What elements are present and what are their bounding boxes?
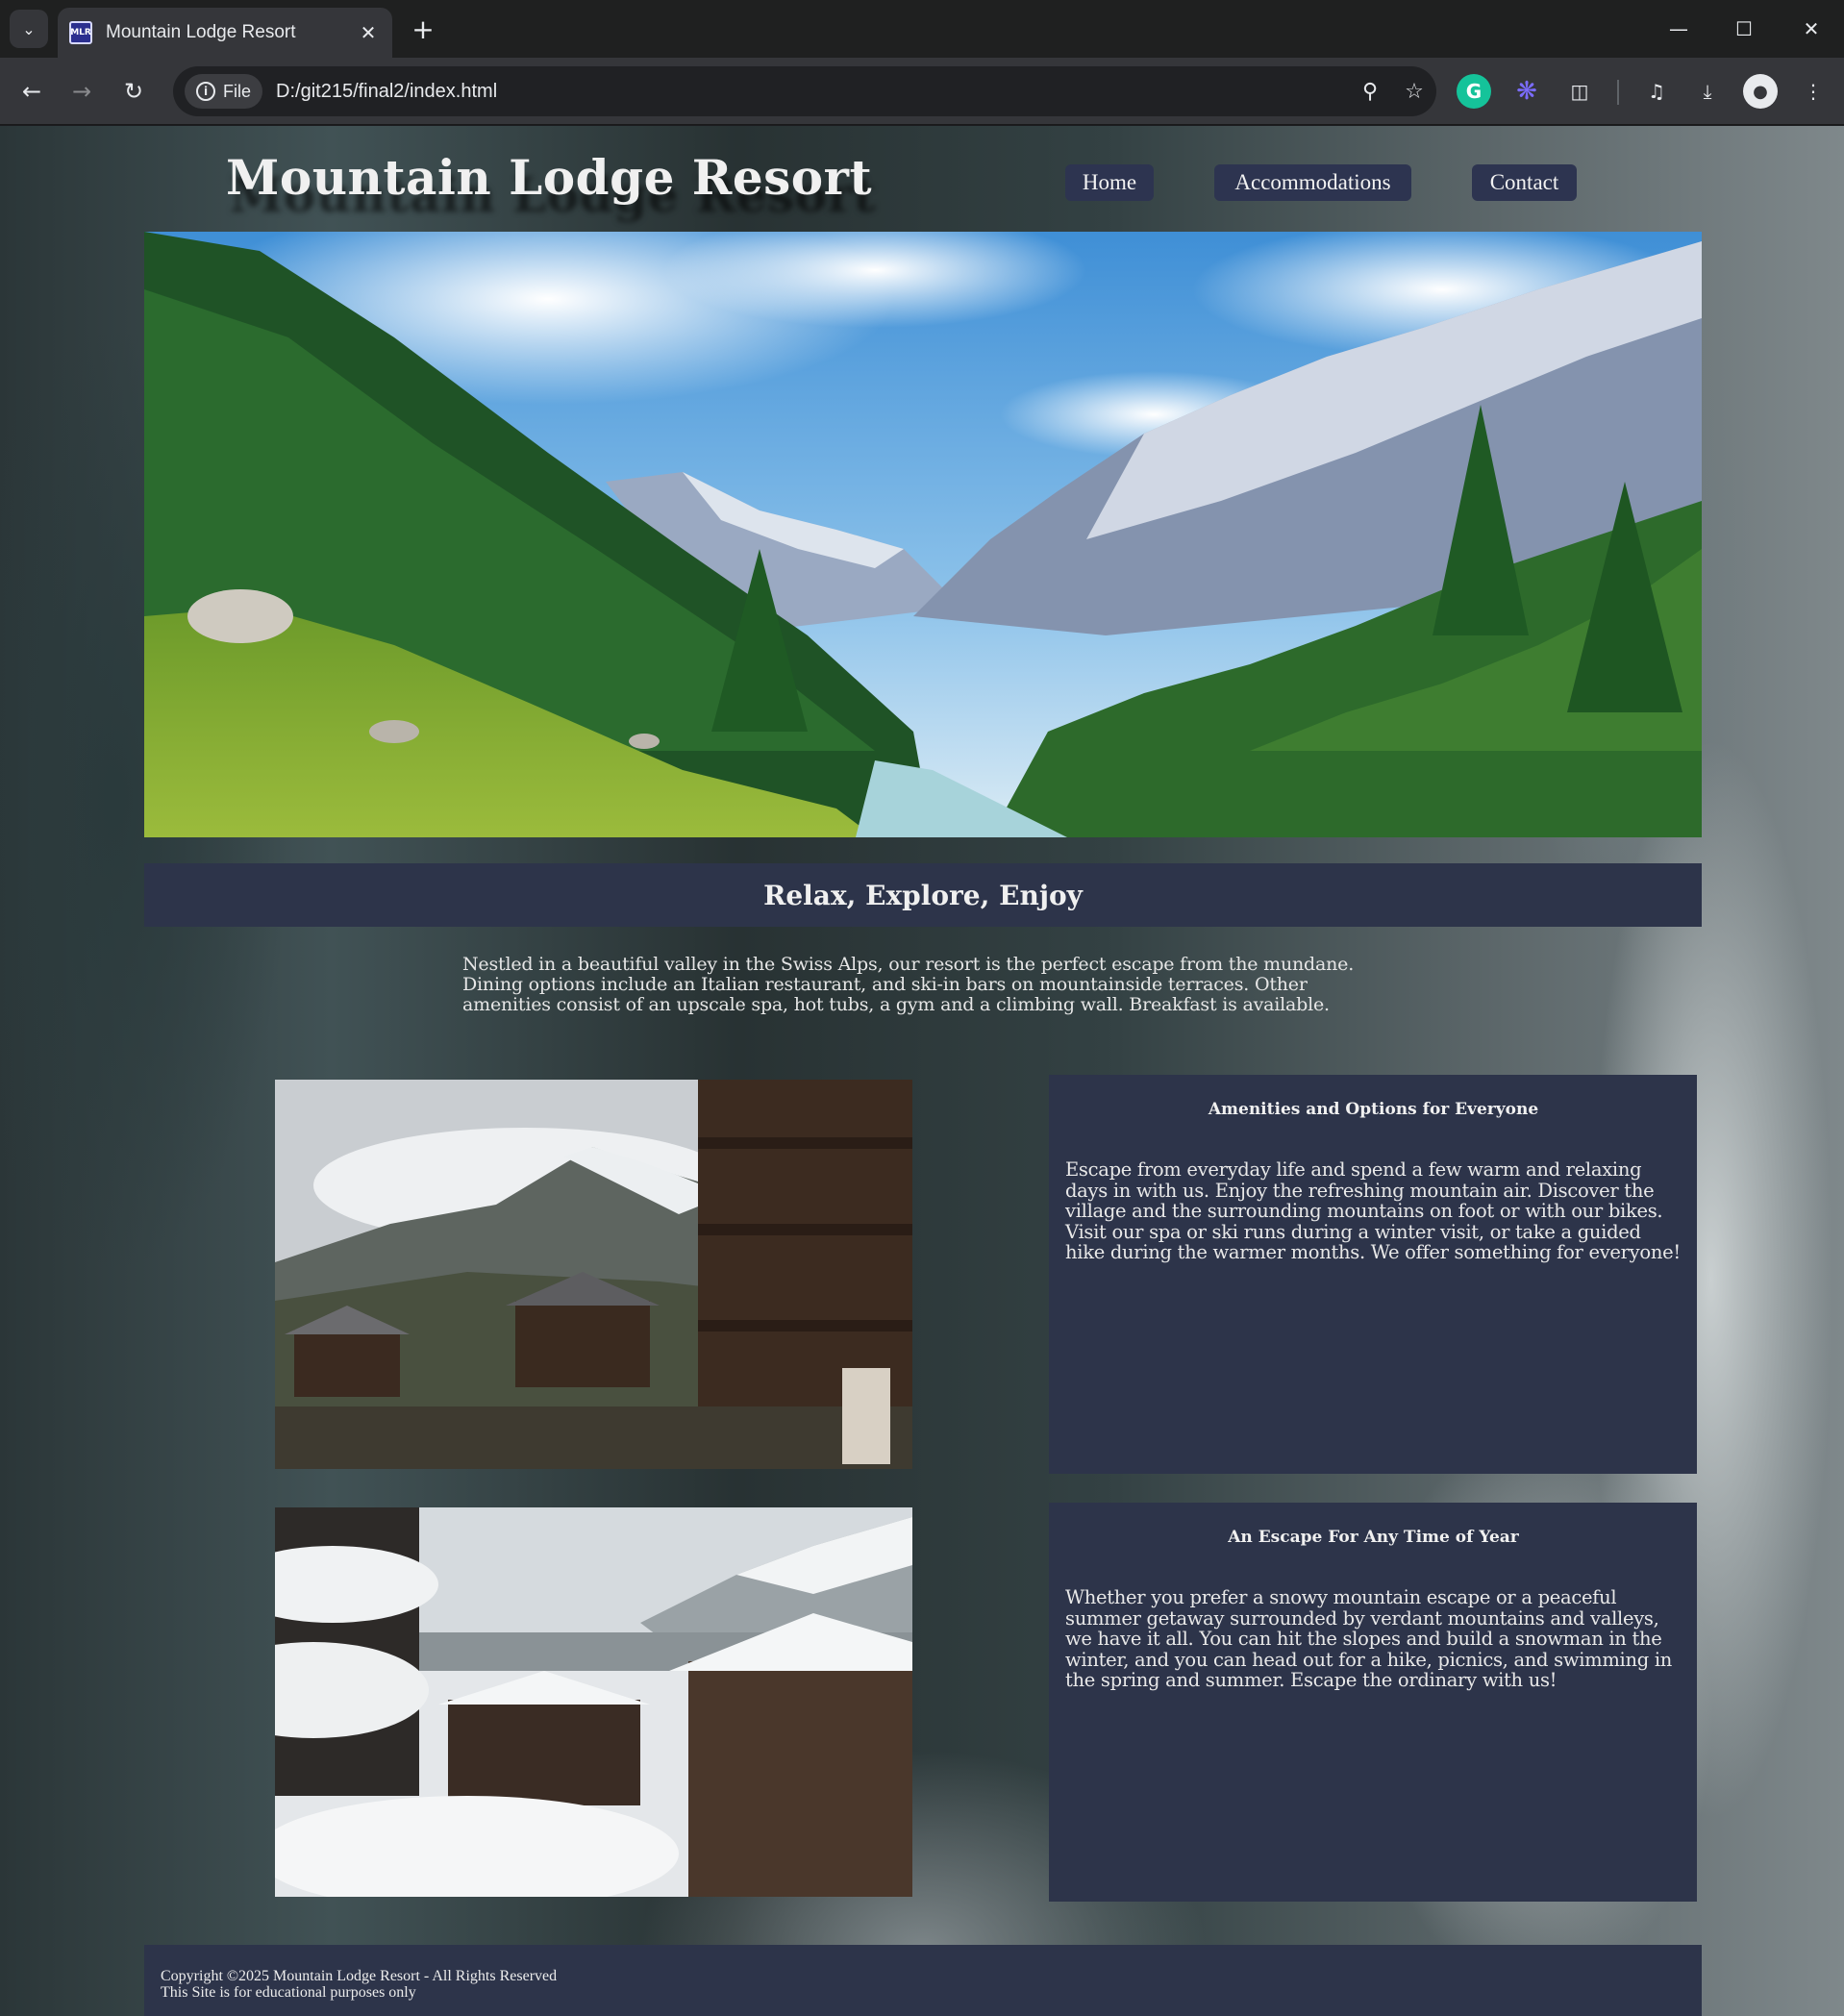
- minimize-icon[interactable]: —: [1646, 0, 1711, 58]
- forward-arrow-icon[interactable]: →: [63, 73, 100, 110]
- tab-close-icon[interactable]: ✕: [356, 21, 381, 44]
- tagline: Relax, Explore, Enjoy: [763, 879, 1083, 911]
- amenities-card: Amenities and Options for Everyone Escap…: [1049, 1075, 1697, 1474]
- back-arrow-icon[interactable]: ←: [13, 73, 50, 110]
- footer: Copyright ©2025 Mountain Lodge Resort - …: [144, 1945, 1702, 2016]
- media-controls-icon[interactable]: ♫: [1639, 74, 1674, 109]
- address-bar[interactable]: i File D:/git215/final2/index.html ⚲ ☆: [173, 66, 1436, 116]
- site-chip-label: File: [223, 81, 252, 101]
- seasons-card-text: Whether you prefer a snowy mountain esca…: [1065, 1586, 1673, 1691]
- browser-tabstrip: ⌄ MLR Mountain Lodge Resort ✕ + — ☐ ✕: [0, 0, 1844, 58]
- nav-home[interactable]: Home: [1065, 164, 1154, 201]
- grammarly-icon[interactable]: G: [1457, 74, 1491, 109]
- toolbar-divider: [1617, 80, 1619, 105]
- amenities-card-title: Amenities and Options for Everyone: [1208, 1100, 1539, 1119]
- reload-icon[interactable]: ↻: [115, 73, 152, 110]
- intro-paragraph: Nestled in a beautiful valley in the Swi…: [462, 954, 1355, 1015]
- kebab-menu-icon[interactable]: ⋮: [1796, 74, 1831, 109]
- nav-accommodations[interactable]: Accommodations: [1214, 164, 1411, 201]
- profile-avatar[interactable]: ●: [1743, 74, 1778, 109]
- tab-title: Mountain Lodge Resort: [106, 22, 296, 42]
- footer-copyright: Copyright ©2025 Mountain Lodge Resort - …: [161, 1968, 558, 1984]
- sparkle-icon[interactable]: ❋: [1509, 74, 1544, 109]
- url-text[interactable]: D:/git215/final2/index.html: [276, 81, 1348, 103]
- browser-toolbar: ← → ↻ i File D:/git215/final2/index.html…: [0, 58, 1844, 125]
- tagline-bar: Relax, Explore, Enjoy: [144, 863, 1702, 927]
- hero-image: [144, 232, 1702, 837]
- nav-contact[interactable]: Contact: [1472, 164, 1577, 201]
- maximize-icon[interactable]: ☐: [1711, 0, 1777, 58]
- tab-search-chevron-down-icon[interactable]: ⌄: [10, 10, 48, 48]
- browser-tab[interactable]: MLR Mountain Lodge Resort ✕: [58, 8, 392, 58]
- footer-note: This Site is for educational purposes on…: [161, 1984, 416, 2001]
- page-viewport: Mountain Lodge Resort Home Accommodation…: [0, 126, 1844, 2016]
- seasons-card: An Escape For Any Time of Year Whether y…: [1049, 1503, 1697, 1902]
- puzzle-icon[interactable]: ◫: [1562, 74, 1597, 109]
- download-icon[interactable]: ⤓: [1690, 74, 1725, 109]
- seasons-card-title: An Escape For Any Time of Year: [1228, 1528, 1519, 1547]
- village-winter-photo: [275, 1507, 912, 1897]
- amenities-card-text: Escape from everyday life and spend a fe…: [1065, 1158, 1681, 1263]
- star-icon[interactable]: ☆: [1392, 80, 1436, 104]
- zoom-icon[interactable]: ⚲: [1348, 80, 1392, 104]
- info-icon: i: [196, 82, 215, 101]
- site-info-chip[interactable]: i File: [185, 74, 263, 109]
- village-summer-photo: [275, 1080, 912, 1469]
- favicon-icon: MLR: [69, 21, 92, 44]
- site-title: Mountain Lodge Resort: [226, 149, 873, 206]
- window-close-icon[interactable]: ✕: [1779, 0, 1844, 58]
- new-tab-plus-icon[interactable]: +: [406, 12, 440, 46]
